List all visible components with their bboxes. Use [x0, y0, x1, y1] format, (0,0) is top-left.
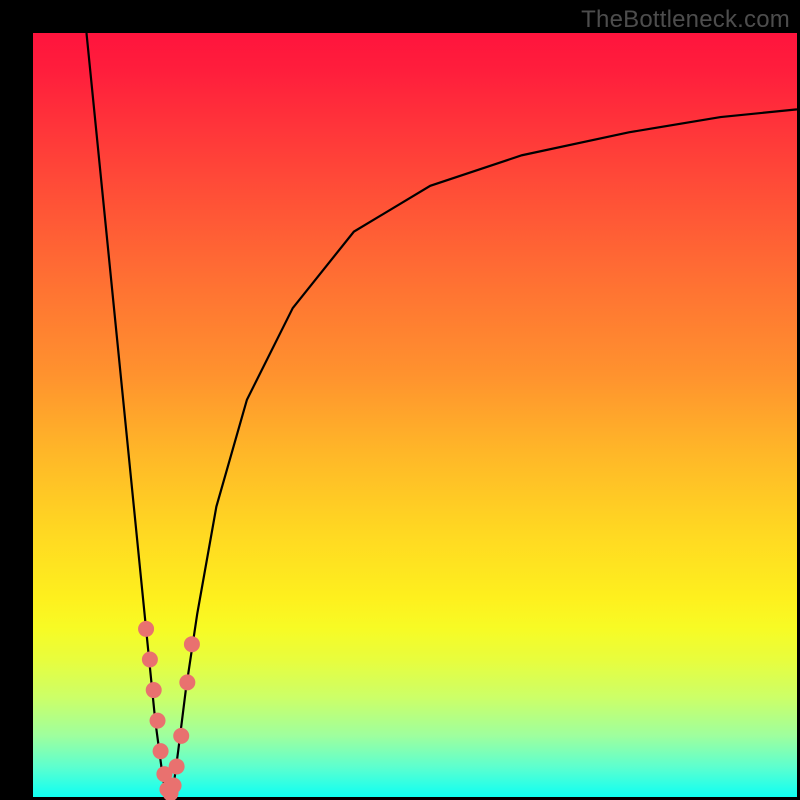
dip-marker — [146, 682, 162, 698]
dip-marker — [179, 674, 195, 690]
dip-marker — [142, 651, 158, 667]
curves-layer — [33, 33, 797, 797]
dip-marker — [166, 778, 182, 794]
dip-marker — [169, 758, 185, 774]
chart-frame: TheBottleneck.com — [0, 0, 800, 800]
dip-marker — [138, 621, 154, 637]
dip-marker — [173, 728, 189, 744]
curve-right-branch — [172, 109, 797, 797]
watermark-text: TheBottleneck.com — [581, 6, 790, 34]
dip-marker — [153, 743, 169, 759]
dip-marker — [184, 636, 200, 652]
dip-marker — [150, 713, 166, 729]
